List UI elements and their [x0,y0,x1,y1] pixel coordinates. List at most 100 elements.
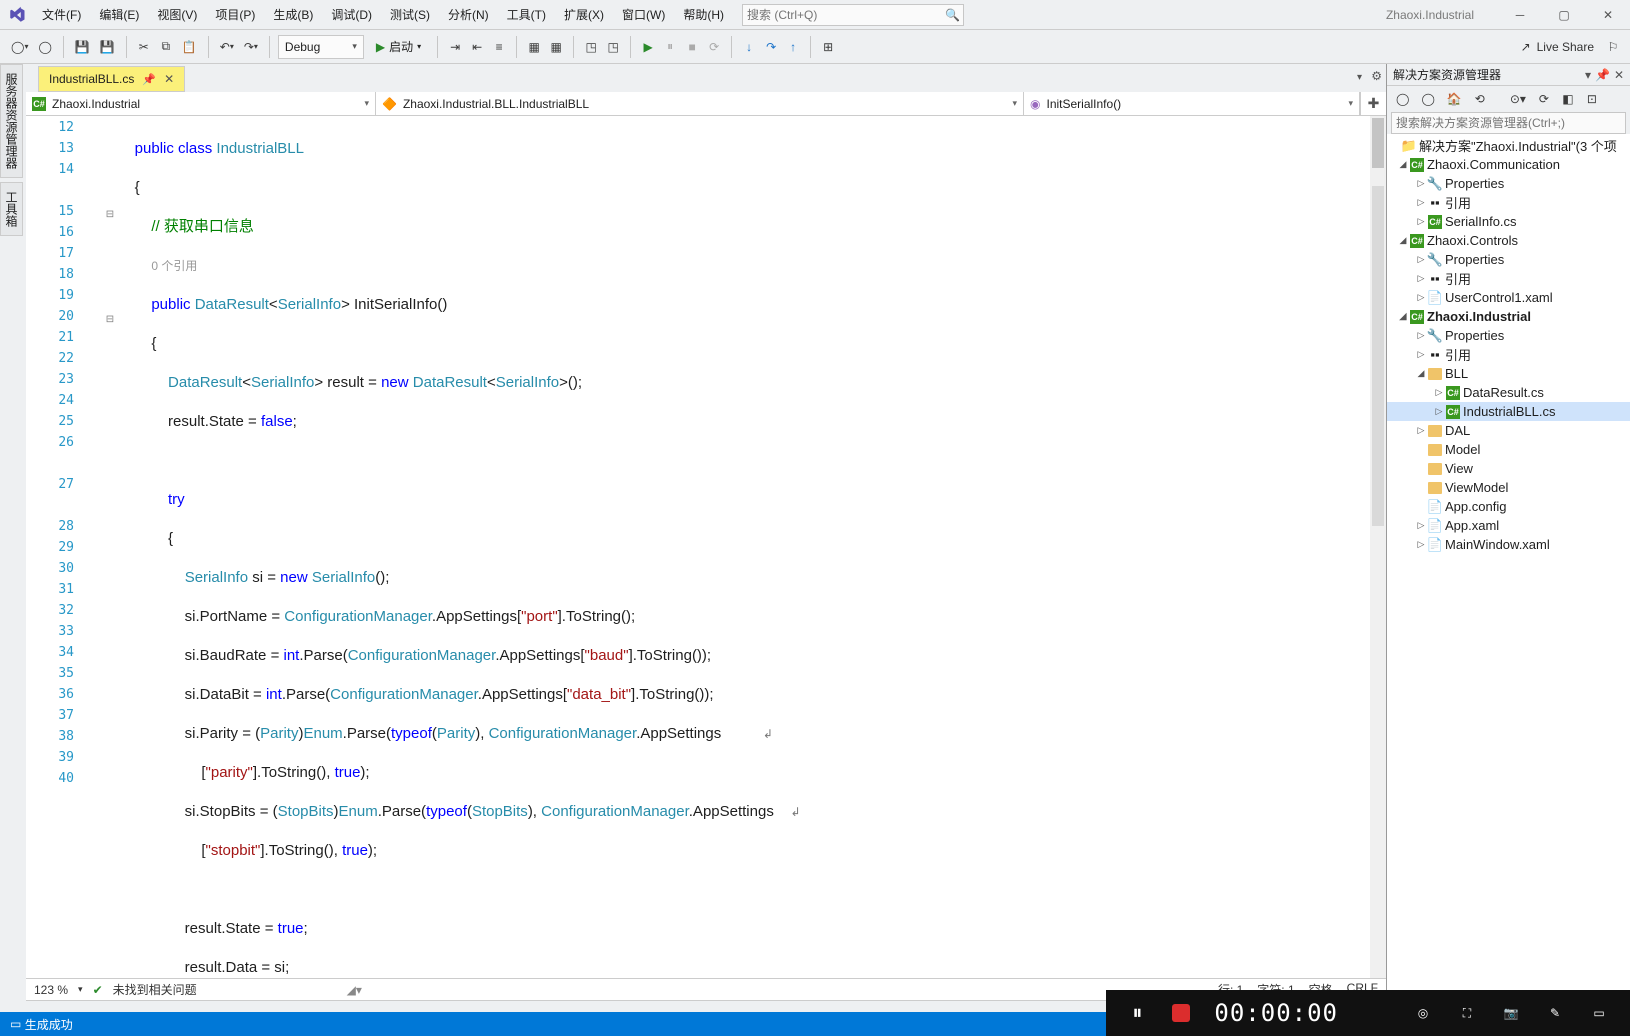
tree-refs2[interactable]: ▷▪▪引用 [1387,269,1630,288]
panel-dropdown-icon[interactable]: ▾ [1585,68,1591,82]
menu-help[interactable]: 帮助(H) [675,1,732,28]
format-button[interactable]: ≡ [490,35,508,59]
tree-refs[interactable]: ▷▪▪引用 [1387,193,1630,212]
toolbox-tab[interactable]: 工具箱 [0,182,23,236]
solution-tree[interactable]: 📁解决方案"Zhaoxi.Industrial"(3 个项 ◢C#Zhaoxi.… [1387,134,1630,1014]
menu-build[interactable]: 生成(B) [265,1,321,28]
tree-props[interactable]: ▷🔧Properties [1387,174,1630,193]
menu-tools[interactable]: 工具(T) [499,1,554,28]
vertical-scrollbar[interactable] [1370,116,1386,978]
paste-button[interactable]: 📋 [179,35,200,59]
nav-member-dd[interactable]: ◉ InitSerialInfo()▾ [1024,92,1360,115]
menu-file[interactable]: 文件(F) [34,1,89,28]
tree-usercontrol[interactable]: ▷📄UserControl1.xaml [1387,288,1630,307]
panel-search-input[interactable] [1391,112,1626,134]
quick-search-input[interactable] [747,8,945,22]
refresh-icon[interactable]: ⟳ [1535,87,1553,111]
nav-back-button[interactable]: ◯▾ [8,35,31,59]
rec-min-icon[interactable]: ▭ [1588,1002,1610,1024]
scroll-thumb[interactable] [1372,118,1384,168]
tree-serialinfo[interactable]: ▷C#SerialInfo.cs [1387,212,1630,231]
tree-industrialbll[interactable]: ▷C#IndustrialBLL.cs [1387,402,1630,421]
quick-search[interactable]: 🔍 [742,4,964,26]
rec-expand-icon[interactable]: ⛶ [1456,1002,1478,1024]
tree-mainwindow[interactable]: ▷📄MainWindow.xaml [1387,535,1630,554]
tree-model[interactable]: Model [1387,440,1630,459]
menu-analyze[interactable]: 分析(N) [440,1,497,28]
close-tab-icon[interactable]: ✕ [164,72,174,86]
rec-record-icon[interactable] [1170,1002,1192,1024]
comment-button[interactable]: ▦ [525,35,543,59]
sync-icon[interactable]: ⊙▾ [1507,87,1529,111]
tab-overflow-icon[interactable]: ▾ [1357,72,1362,83]
house-icon[interactable]: 🏠 [1444,87,1465,111]
step-button-2[interactable]: ⇤ [468,35,486,59]
tree-viewmodel[interactable]: ViewModel [1387,478,1630,497]
tree-bll[interactable]: ◢BLL [1387,364,1630,383]
uncomment-button[interactable]: ▦ [547,35,565,59]
rec-pen-icon[interactable]: ✎ [1544,1002,1566,1024]
solution-root[interactable]: 📁解决方案"Zhaoxi.Industrial"(3 个项 [1387,136,1630,155]
rec-pause-icon[interactable]: ⏸ [1126,1002,1148,1024]
tree-dataresult[interactable]: ▷C#DataResult.cs [1387,383,1630,402]
restart-button[interactable]: ⟳ [705,35,723,59]
rec-target-icon[interactable]: ◎ [1412,1002,1434,1024]
collapse-icon[interactable]: ◧ [1559,87,1577,111]
tree-appconfig[interactable]: 📄App.config [1387,497,1630,516]
project-controls[interactable]: ◢C#Zhaoxi.Controls [1387,231,1630,250]
minimize-button[interactable]: ─ [1498,0,1542,30]
config-combo[interactable]: Debug▾ [278,35,364,59]
nav-fwd-button[interactable]: ◯ [35,35,54,59]
project-communication[interactable]: ◢C#Zhaoxi.Communication [1387,155,1630,174]
back-icon[interactable]: ◯ [1418,87,1437,111]
menu-edit[interactable]: 编辑(E) [91,1,147,28]
toggle-icon[interactable]: ⟲ [1471,87,1489,111]
code-editor[interactable]: 121314 15161718 19202122 23242526 2728 2… [26,116,1386,978]
panel-search[interactable] [1391,112,1626,134]
bookmark-button[interactable]: ◳ [582,35,600,59]
copy-button[interactable]: ⧉ [157,35,175,59]
menu-view[interactable]: 视图(V) [149,1,205,28]
zoom-level[interactable]: 123 % [34,983,68,997]
tree-props3[interactable]: ▷🔧Properties [1387,326,1630,345]
panel-close-icon[interactable]: ✕ [1614,68,1624,82]
tree-appxaml[interactable]: ▷📄App.xaml [1387,516,1630,535]
run-button[interactable]: ▶ [639,35,657,59]
live-share-button[interactable]: ↗Live Share [1521,40,1594,54]
pin-icon[interactable]: 📌 [142,73,156,86]
menu-window[interactable]: 窗口(W) [614,1,673,28]
tree-props2[interactable]: ▷🔧Properties [1387,250,1630,269]
tree-view[interactable]: View [1387,459,1630,478]
maximize-button[interactable]: ▢ [1542,0,1586,30]
tool-button-a[interactable]: ⊞ [819,35,837,59]
nav-project-dd[interactable]: C# Zhaoxi.Industrial▾ [26,92,376,115]
close-button[interactable]: ✕ [1586,0,1630,30]
step-over-button[interactable]: ↷ [762,35,780,59]
code-body[interactable]: public class IndustrialBLL { // 获取串口信息 0… [118,116,1370,978]
feedback-button[interactable]: ⚐ [1604,35,1622,59]
tab-settings-icon[interactable]: ⚙ [1371,69,1382,83]
redo-button[interactable]: ↷▾ [241,35,261,59]
panel-pin-icon[interactable]: 📌 [1595,68,1610,82]
cut-button[interactable]: ✂ [135,35,153,59]
file-tab-industrialbll[interactable]: IndustrialBLL.cs 📌 ✕ [38,66,185,92]
start-debug-button[interactable]: ▶启动▾ [368,35,429,59]
step-out-button[interactable]: ↑ [784,35,802,59]
menu-test[interactable]: 测试(S) [382,1,438,28]
nav-split-button[interactable]: ✚ [1360,92,1386,115]
props-icon[interactable]: ⊡ [1583,87,1601,111]
stop-button[interactable]: ■ [683,35,701,59]
undo-button[interactable]: ↶▾ [217,35,237,59]
menu-project[interactable]: 项目(P) [207,1,263,28]
flag-icon[interactable]: ◢▾ [347,983,362,997]
tree-refs3[interactable]: ▷▪▪引用 [1387,345,1630,364]
rec-camera-icon[interactable]: 📷 [1500,1002,1522,1024]
home-icon[interactable]: ◯ [1393,87,1412,111]
save-all-button[interactable]: 💾 [97,35,118,59]
step-button-1[interactable]: ⇥ [446,35,464,59]
menu-debug[interactable]: 调试(D) [323,1,380,28]
nav-class-dd[interactable]: 🔶 Zhaoxi.Industrial.BLL.IndustrialBLL▾ [376,92,1024,115]
menu-extensions[interactable]: 扩展(X) [556,1,612,28]
pause-button[interactable]: ⏸ [661,35,679,59]
server-explorer-tab[interactable]: 服务器资源管理器 [0,64,23,178]
